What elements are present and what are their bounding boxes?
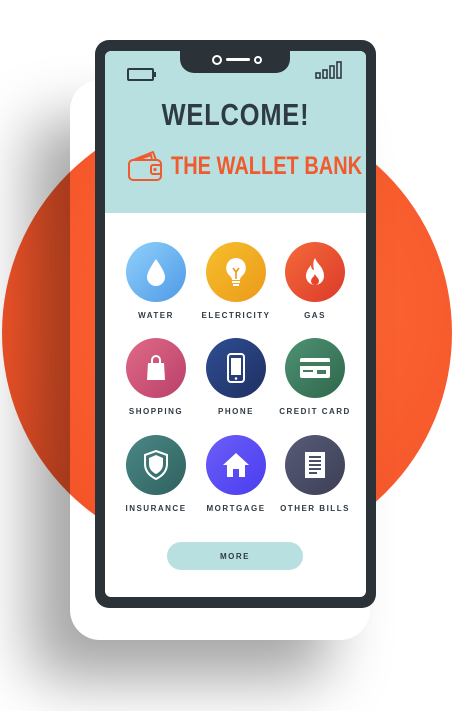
house-icon [206,435,266,495]
flame-icon [285,242,345,302]
shopping-bag-icon [126,338,186,398]
phone-frame: WELCOME! THE WALLET BANK WATER ELECTRICI… [95,40,376,608]
more-button[interactable]: MORE [167,542,303,570]
service-label: OTHER BILLS [280,504,350,513]
smartphone-icon [206,338,266,398]
receipt-icon [285,435,345,495]
lightbulb-icon [206,242,266,302]
service-gas[interactable]: GAS [270,242,358,332]
services-grid: WATER ELECTRICITY GAS SHOPPING PHONE CRE… [105,51,366,597]
service-other-bills[interactable]: OTHER BILLS [270,435,358,525]
credit-card-icon [285,338,345,398]
service-label: CREDIT CARD [279,407,351,416]
service-credit-card[interactable]: CREDIT CARD [270,338,358,428]
water-drop-icon [126,242,186,302]
phone-screen: WELCOME! THE WALLET BANK WATER ELECTRICI… [105,51,366,597]
service-label: GAS [304,311,326,320]
shield-icon [126,435,186,495]
